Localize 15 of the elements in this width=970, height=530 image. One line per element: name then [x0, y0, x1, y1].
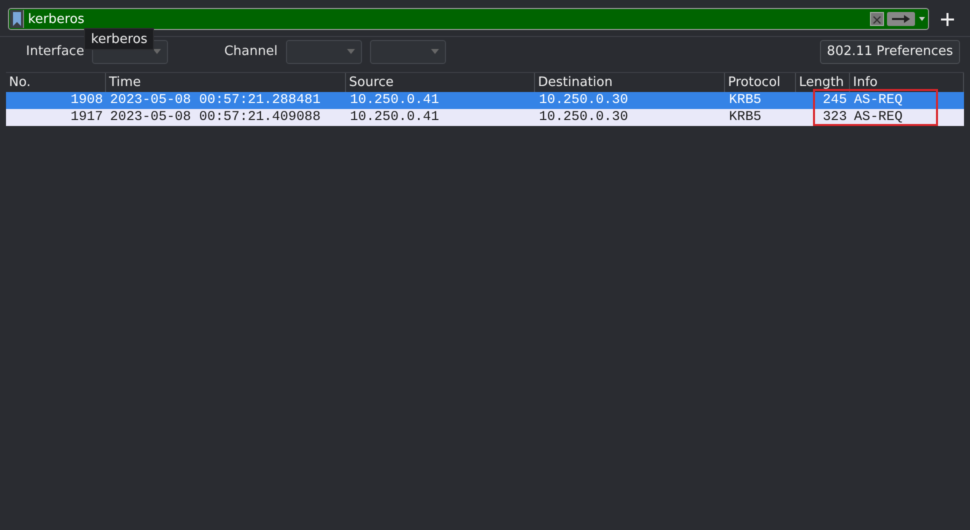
clear-icon[interactable]	[870, 12, 884, 26]
channel-label: Channel	[224, 42, 278, 61]
preferences-button[interactable]: 802.11 Preferences	[820, 40, 960, 64]
table-row[interactable]: 1917 2023-05-08 00:57:21.409088 10.250.0.41 10.250.0.30 KRB5 323 AS-REQ	[6, 109, 964, 126]
caret-icon[interactable]	[430, 49, 439, 54]
interface-label: Interface	[26, 42, 84, 61]
filter-field[interactable]: kerberos	[8, 8, 929, 30]
caret-icon[interactable]	[153, 49, 162, 54]
filter-input[interactable]: kerberos	[24, 9, 870, 29]
plus-icon[interactable]	[941, 12, 954, 26]
tooltip: kerberos	[84, 28, 154, 50]
table-row[interactable]: 1908 2023-05-08 00:57:21.288481 10.250.0.41 10.250.0.30 KRB5 245 AS-REQ	[6, 92, 964, 109]
bookmark-icon[interactable]	[10, 10, 24, 28]
caret-icon[interactable]	[346, 49, 355, 54]
caret-icon[interactable]	[918, 16, 926, 22]
